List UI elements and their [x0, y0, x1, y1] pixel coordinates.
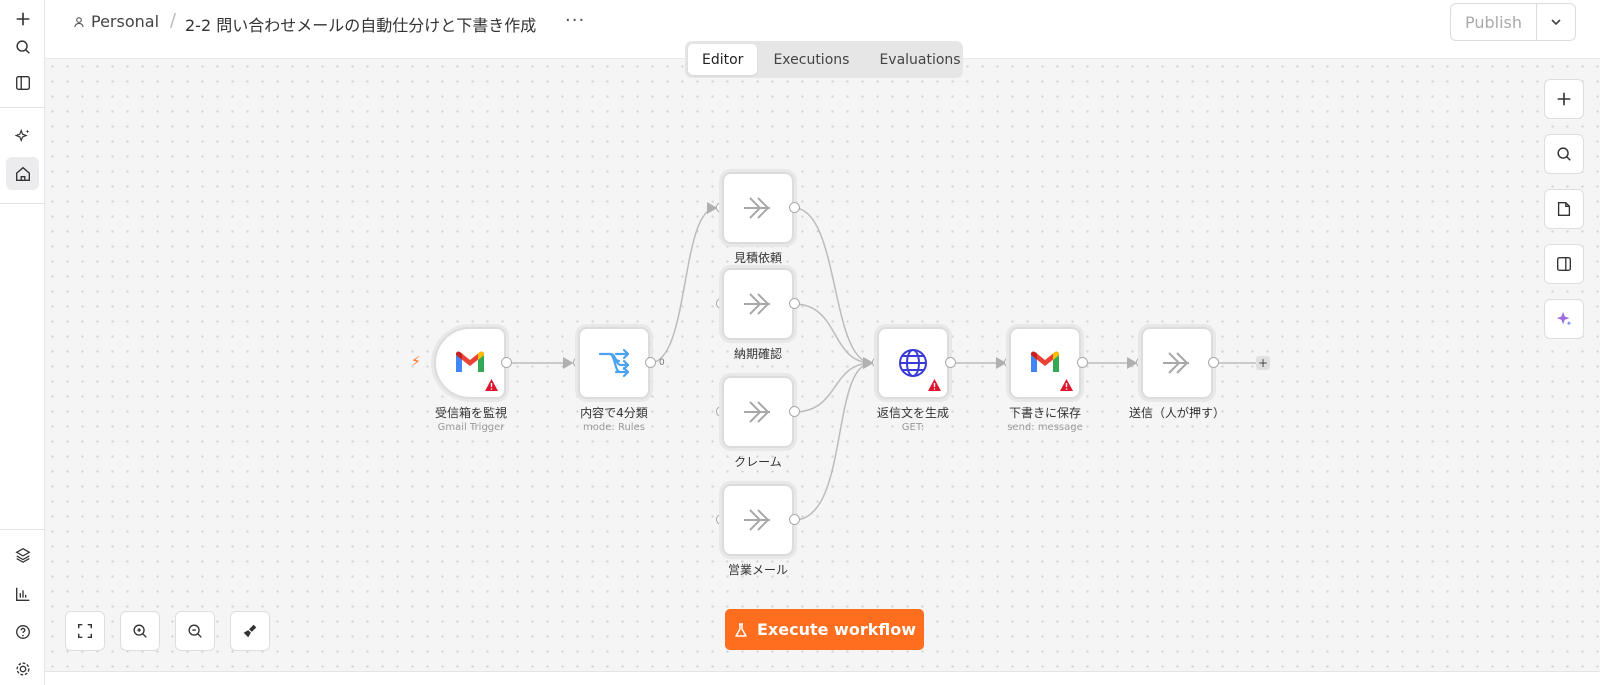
zoom-out-button[interactable] — [175, 611, 215, 651]
rail-divider — [0, 203, 44, 204]
workflow-canvas[interactable] — [45, 59, 1600, 671]
node-label: 受信箱を監視 — [434, 406, 507, 420]
node-label: 内容で4分類 — [580, 406, 648, 420]
node-subtitle: mode: Rules — [583, 422, 645, 433]
fit-view-button[interactable] — [65, 611, 105, 651]
switch-router-icon — [598, 348, 630, 378]
node-complaint[interactable] — [722, 376, 794, 448]
node-switch[interactable] — [578, 327, 650, 399]
zoom-in-icon — [133, 624, 147, 638]
node-label: 見積依頼 — [733, 251, 782, 265]
panel-right-icon — [1557, 257, 1571, 271]
left-sidebar — [0, 0, 45, 685]
chevron-down-icon — [1551, 19, 1561, 26]
search-nodes-button[interactable] — [1544, 134, 1584, 174]
publish-group: Publish — [1450, 3, 1576, 41]
node-gmail-trigger[interactable] — [434, 327, 506, 399]
execute-workflow-label: Execute workflow — [757, 620, 916, 639]
output-handle[interactable] — [1208, 357, 1219, 368]
output-handle[interactable] — [789, 406, 800, 417]
output-handle[interactable] — [501, 357, 512, 368]
tab-editor[interactable]: Editor — [688, 44, 758, 75]
toggle-sidebar-icon[interactable] — [6, 66, 39, 99]
breadcrumb-project-label: Personal — [91, 12, 160, 31]
node-subtitle: Gmail Trigger — [437, 422, 505, 433]
node-sales-mail[interactable] — [722, 484, 794, 556]
zoom-out-icon — [188, 624, 202, 638]
add-node-button[interactable] — [1544, 79, 1584, 119]
output-handle[interactable] — [789, 514, 800, 525]
node-label: 送信（人が押す） — [1128, 406, 1225, 420]
sticky-note-button[interactable] — [1544, 189, 1584, 229]
search-icon[interactable] — [6, 30, 39, 63]
publish-button[interactable]: Publish — [1451, 4, 1537, 40]
note-icon — [1557, 202, 1571, 216]
node-http-request[interactable] — [877, 327, 949, 399]
warning-icon — [1060, 379, 1073, 391]
breadcrumb-project[interactable]: Personal — [73, 12, 159, 31]
double-chevron-right-icon — [1163, 352, 1189, 374]
double-chevron-right-icon — [744, 401, 770, 423]
settings-gear-icon[interactable] — [6, 652, 39, 685]
node-label: 営業メール — [727, 563, 788, 577]
node-delivery-check[interactable] — [722, 268, 794, 340]
warning-icon — [928, 379, 941, 391]
sparkle-icon — [1556, 311, 1572, 326]
plus-icon — [1557, 92, 1571, 106]
ai-sparkle-icon[interactable] — [6, 119, 39, 152]
node-subtitle: send: message — [1007, 422, 1083, 433]
templates-icon[interactable] — [6, 538, 39, 571]
tab-executions[interactable]: Executions — [759, 44, 863, 75]
tab-evaluations[interactable]: Evaluations — [865, 44, 974, 75]
rail-divider — [0, 107, 44, 108]
publish-options-button[interactable] — [1537, 4, 1575, 40]
broom-icon — [243, 624, 257, 638]
breadcrumb-separator: / — [170, 10, 177, 31]
more-options-button[interactable]: ··· — [565, 10, 585, 31]
insights-chart-icon[interactable] — [6, 577, 39, 610]
gmail-icon — [456, 351, 484, 372]
ai-assistant-button[interactable] — [1544, 299, 1584, 339]
add-next-node-button[interactable]: + — [1256, 356, 1270, 370]
node-label: クレーム — [734, 455, 782, 469]
node-send[interactable] — [1141, 327, 1213, 399]
node-gmail-draft[interactable] — [1009, 327, 1081, 399]
search-icon — [1557, 147, 1571, 161]
node-label: 納期確認 — [733, 347, 782, 361]
output-handle[interactable] — [645, 357, 656, 368]
flask-icon — [735, 622, 747, 637]
user-icon — [74, 16, 84, 27]
rail-divider — [0, 529, 44, 530]
double-chevron-right-icon — [744, 197, 770, 219]
zoom-in-button[interactable] — [120, 611, 160, 651]
workflow-title[interactable]: 2-2 問い合わせメールの自動仕分けと下書き作成 — [185, 12, 536, 36]
output-handle[interactable] — [1077, 357, 1088, 368]
view-tabs: Editor Executions Evaluations — [685, 41, 963, 78]
globe-icon — [899, 349, 927, 377]
warning-icon — [485, 379, 498, 391]
toggle-panel-button[interactable] — [1544, 244, 1584, 284]
bottom-panel-edge — [45, 671, 1600, 685]
trigger-bolt-icon: ⚡ — [411, 354, 421, 370]
execute-workflow-button[interactable]: Execute workflow — [725, 609, 924, 650]
fullscreen-icon — [77, 623, 93, 639]
output-index-label: 0 — [659, 358, 665, 368]
double-chevron-right-icon — [744, 293, 770, 315]
gmail-icon — [1031, 351, 1059, 372]
help-icon[interactable] — [6, 615, 39, 648]
output-handle[interactable] — [945, 357, 956, 368]
node-quote-request[interactable] — [722, 172, 794, 244]
output-handle[interactable] — [789, 202, 800, 213]
output-handle[interactable] — [789, 298, 800, 309]
double-chevron-right-icon — [744, 509, 770, 531]
tidy-up-button[interactable] — [230, 611, 270, 651]
home-icon[interactable] — [6, 157, 39, 190]
